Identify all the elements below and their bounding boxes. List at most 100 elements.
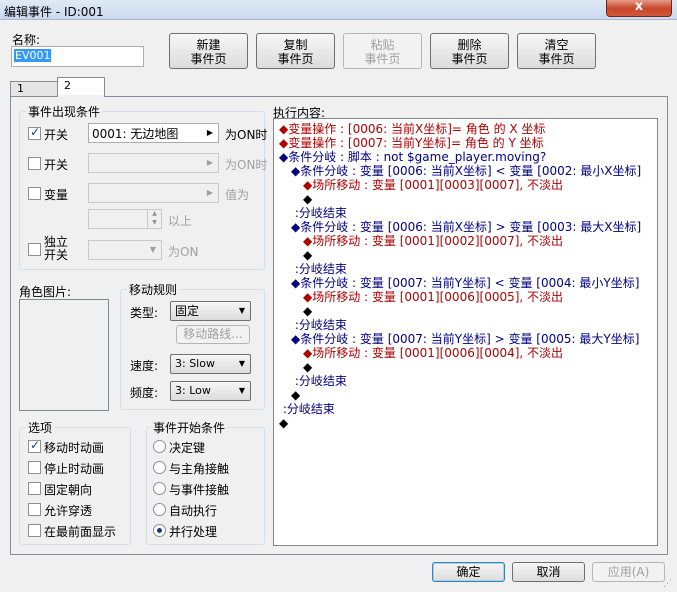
- delete-page-button-line2: 事件页: [451, 52, 488, 66]
- name-value: EV001: [14, 49, 52, 62]
- event-command-line[interactable]: ◆条件分岐 : 变量 [0006: 当前X坐标] < 变量 [0002: 最小X…: [291, 164, 641, 178]
- copy-page-button-line2: 事件页: [277, 52, 314, 66]
- new-page-button-line1: 新建: [196, 38, 221, 52]
- chevron-down-icon: ▼: [238, 359, 246, 368]
- clear-page-button[interactable]: 清空 事件页: [517, 33, 596, 69]
- tab-page-2-label: 2: [64, 79, 71, 92]
- window-title: 编辑事件 - ID:001: [4, 5, 104, 19]
- switch2-checkbox[interactable]: [28, 157, 41, 170]
- event-command-line[interactable]: ◆变量操作 : [0006: 当前X坐标]= 角色 的 X 坐标: [279, 122, 545, 136]
- tab-join: [58, 95, 104, 98]
- options-title: 选项: [26, 419, 55, 436]
- name-input[interactable]: EV001: [11, 46, 144, 67]
- variable-select: ▶: [88, 183, 219, 203]
- event-command-line[interactable]: ◆场所移动 : 变量 [0001][0002][0007], 不淡出: [303, 234, 563, 248]
- option-label: 允许穿透: [44, 504, 93, 518]
- event-command-line[interactable]: ◆: [279, 416, 288, 430]
- character-graphic-box[interactable]: [19, 299, 109, 411]
- event-command-line[interactable]: ◆: [291, 388, 300, 402]
- option-label: 移动时动画: [44, 441, 105, 455]
- copy-page-button[interactable]: 复制 事件页: [256, 33, 335, 69]
- event-command-line[interactable]: ◆条件分岐 : 变量 [0007: 当前Y坐标] > 变量 [0005: 最大Y…: [291, 332, 639, 346]
- spinner-arrows: ▲ ▼: [147, 210, 161, 228]
- option-checkbox[interactable]: [28, 461, 41, 474]
- clear-page-button-line1: 清空: [544, 38, 569, 52]
- cancel-button[interactable]: 取消: [512, 562, 585, 582]
- trigger-radio[interactable]: [153, 524, 166, 537]
- new-page-button-line2: 事件页: [190, 52, 227, 66]
- event-command-line[interactable]: ◆条件分岐 : 脚本 : not $game_player.moving?: [279, 150, 546, 164]
- clear-page-button-line2: 事件页: [538, 52, 575, 66]
- switch2-label: 开关: [44, 158, 69, 172]
- movement-title: 移动规则: [127, 281, 180, 298]
- event-command-line[interactable]: ◆条件分岐 : 变量 [0007: 当前Y坐标] < 变量 [0004: 最小Y…: [291, 276, 639, 290]
- event-command-line[interactable]: ◆: [303, 304, 312, 318]
- speed-label: 速度:: [130, 359, 159, 373]
- option-checkbox[interactable]: [28, 524, 41, 537]
- chevron-right-icon: ▶: [206, 158, 214, 167]
- tab-page-1[interactable]: 1: [10, 81, 58, 97]
- option-label: 停止时动画: [44, 462, 105, 476]
- event-command-line[interactable]: :分岐结束: [291, 206, 347, 220]
- event-command-line[interactable]: ◆: [303, 360, 312, 374]
- trigger-label: 与主角接触: [169, 462, 230, 476]
- self-switch-select: ▼: [88, 240, 162, 260]
- variable-value-spinner: ▲ ▼: [88, 209, 162, 229]
- event-command-line[interactable]: ◆场所移动 : 变量 [0001][0006][0005], 不淡出: [303, 290, 563, 304]
- resize-grip-icon[interactable]: ⋰: [663, 580, 675, 591]
- new-page-button[interactable]: 新建 事件页: [169, 33, 248, 69]
- option-checkbox[interactable]: [28, 482, 41, 495]
- option-checkbox[interactable]: [28, 503, 41, 516]
- paste-page-button-line1: 粘贴: [370, 38, 395, 52]
- close-button[interactable]: x: [606, 0, 672, 17]
- trigger-radio[interactable]: [153, 440, 166, 453]
- frequency-value: 3: Low: [175, 384, 211, 397]
- trigger-radio[interactable]: [153, 503, 166, 516]
- self-switch-label-line2: 开关: [44, 248, 69, 262]
- switch2-suffix: 为ON时: [225, 158, 268, 172]
- switch1-suffix: 为ON时: [225, 128, 268, 142]
- variable-checkbox[interactable]: [28, 187, 41, 200]
- option-label: 在最前面显示: [44, 525, 117, 539]
- frequency-select[interactable]: 3: Low ▼: [170, 381, 251, 401]
- graphic-label: 角色图片:: [19, 285, 72, 299]
- switch1-checkbox[interactable]: [28, 125, 41, 140]
- event-command-line[interactable]: ◆变量操作 : [0007: 当前Y坐标]= 角色 的 Y 坐标: [279, 136, 544, 150]
- event-command-line[interactable]: ◆场所移动 : 变量 [0001][0006][0004], 不淡出: [303, 346, 563, 360]
- ok-button[interactable]: 确定: [432, 562, 505, 582]
- option-label: 固定朝向: [44, 483, 93, 497]
- chevron-down-icon: ▼: [238, 306, 246, 315]
- chevron-right-icon: ▶: [206, 128, 214, 137]
- switch2-select: ▶: [88, 153, 219, 173]
- move-route-button: 移动路线...: [176, 325, 250, 344]
- movement-type-select[interactable]: 固定 ▼: [170, 301, 251, 321]
- event-command-list[interactable]: ◆变量操作 : [0006: 当前X坐标]= 角色 的 X 坐标 ◆变量操作 : …: [273, 118, 658, 546]
- speed-select[interactable]: 3: Slow ▼: [170, 354, 251, 374]
- chevron-down-icon: ▼: [149, 245, 157, 254]
- trigger-label: 决定键: [169, 441, 206, 455]
- trigger-radio[interactable]: [153, 482, 166, 495]
- self-switch-suffix: 为ON: [168, 245, 199, 259]
- event-command-line[interactable]: ◆: [303, 192, 312, 206]
- self-switch-checkbox[interactable]: [28, 243, 41, 256]
- trigger-label: 与事件接触: [169, 483, 230, 497]
- switch1-label: 开关: [44, 128, 69, 142]
- paste-page-button-line2: 事件页: [364, 52, 401, 66]
- event-command-line[interactable]: ◆条件分岐 : 变量 [0006: 当前X坐标] > 变量 [0003: 最大X…: [291, 220, 641, 234]
- delete-page-button[interactable]: 删除 事件页: [430, 33, 509, 69]
- event-command-line[interactable]: ◆场所移动 : 变量 [0001][0003][0007], 不淡出: [303, 178, 563, 192]
- trigger-radio[interactable]: [153, 461, 166, 474]
- trigger-title: 事件开始条件: [151, 419, 228, 436]
- tab-page-2[interactable]: 2: [57, 77, 105, 97]
- conditions-title: 事件出现条件: [26, 103, 103, 120]
- trigger-label: 并行处理: [169, 525, 218, 539]
- switch1-select[interactable]: 0001: 无边地图 ▶: [88, 123, 219, 143]
- close-icon: x: [634, 0, 644, 14]
- event-command-line[interactable]: :分岐结束: [279, 402, 335, 416]
- event-command-line[interactable]: ◆: [303, 248, 312, 262]
- event-command-line[interactable]: :分岐结束: [291, 262, 347, 276]
- trigger-label: 自动执行: [169, 504, 218, 518]
- event-command-line[interactable]: :分岐结束: [291, 318, 347, 332]
- option-checkbox[interactable]: [28, 438, 41, 453]
- event-command-line[interactable]: :分岐结束: [291, 374, 347, 388]
